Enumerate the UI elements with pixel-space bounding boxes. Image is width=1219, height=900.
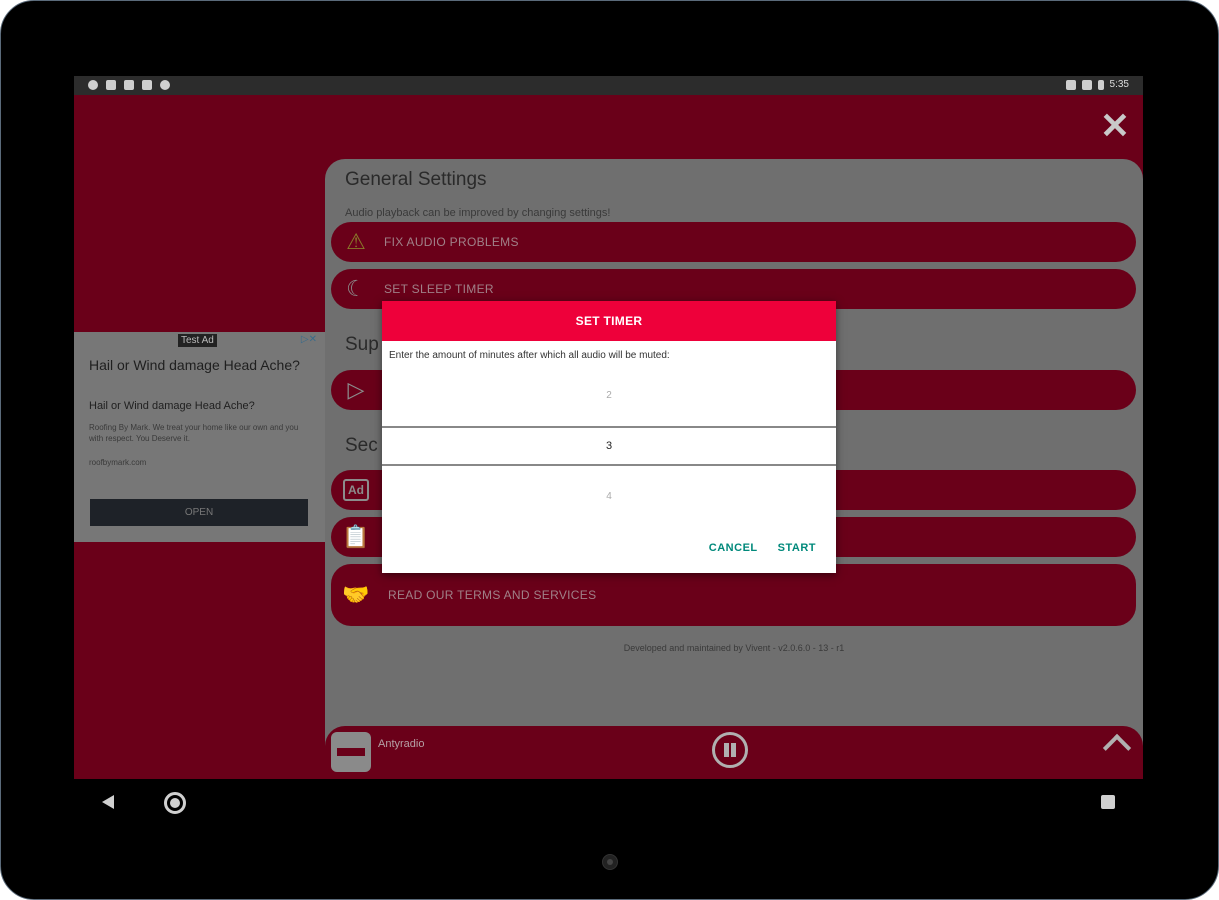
player-bar[interactable]: Antyradio [325,726,1143,779]
chevron-up-icon[interactable] [1102,733,1132,763]
ad-icon: Ad [343,479,369,501]
signal-icon [1081,79,1092,90]
back-icon[interactable] [102,795,114,809]
recent-apps-icon[interactable] [1101,795,1115,809]
ad-open-button[interactable]: OPEN [90,499,308,526]
warning-icon: ⚠ [346,229,366,254]
dialog-message: Enter the amount of minutes after which … [389,350,670,361]
station-logo [331,732,371,772]
picker-option-prev[interactable]: 2 [382,390,836,401]
picker-option-next[interactable]: 4 [382,491,836,502]
station-name: Antyradio [378,738,425,750]
dialog-title: SET TIMER [382,301,836,341]
system-icons: 5:35 [1065,79,1129,90]
clock: 5:35 [1109,79,1129,90]
developer-note: Developed and maintained by Vivent - v2.… [623,643,845,653]
terms-label: READ OUR TERMS AND SERVICES [388,588,597,602]
sd-card-icon [142,80,152,90]
handshake-icon: 🤝 [342,582,370,607]
fix-audio-button[interactable]: ⚠ FIX AUDIO PROBLEMS [331,222,1136,262]
terms-button[interactable]: 🤝 READ OUR TERMS AND SERVICES [331,564,1136,626]
start-button[interactable]: START [778,542,816,554]
ad-subheadline: Hail or Wind damage Head Ache? [89,400,255,412]
settings-title: General Settings [345,169,487,190]
clipboard-icon: 📋 [342,524,370,549]
cancel-button[interactable]: CANCEL [709,542,758,554]
dialog-actions: CANCEL START [709,542,816,554]
close-icon[interactable]: ✕ [1097,108,1133,144]
ad-body: Roofing By Mark. We treat your home like… [89,423,299,443]
home-icon[interactable] [164,792,186,814]
set-timer-dialog: SET TIMER Enter the amount of minutes af… [382,301,836,573]
moon-icon: ☾ [346,276,366,301]
support-heading: Sup [345,334,379,355]
status-bar: 5:35 [74,76,1143,95]
front-camera [602,854,618,870]
ad-url: roofbymark.com [89,458,147,467]
adchoices-icon[interactable]: ▷✕ [301,334,317,345]
picker-selected[interactable]: 3 [382,426,836,466]
pause-icon[interactable] [712,732,748,768]
battery-icon [1097,79,1104,90]
settings-subtitle: Audio playback can be improved by changi… [345,207,611,219]
sync-icon [160,80,170,90]
play-store-icon: ▷ [347,377,365,402]
security-heading: Sec [345,435,378,456]
test-ad-badge: Test Ad [178,334,217,347]
wifi-icon [1065,79,1076,90]
fix-audio-label: FIX AUDIO PROBLEMS [384,235,519,249]
android-nav-bar [74,779,1143,827]
notification-icon [106,80,116,90]
notification-icon [88,80,98,90]
ad-headline[interactable]: Hail or Wind damage Head Ache? [89,356,309,374]
notification-icon [124,80,134,90]
notification-icons [88,80,170,90]
sleep-timer-label: SET SLEEP TIMER [384,282,494,296]
app-screen: 5:35 ✕ Test Ad ▷✕ Hail or Wind damage He… [74,76,1143,779]
banner-ad[interactable]: Test Ad ▷✕ Hail or Wind damage Head Ache… [74,332,325,542]
